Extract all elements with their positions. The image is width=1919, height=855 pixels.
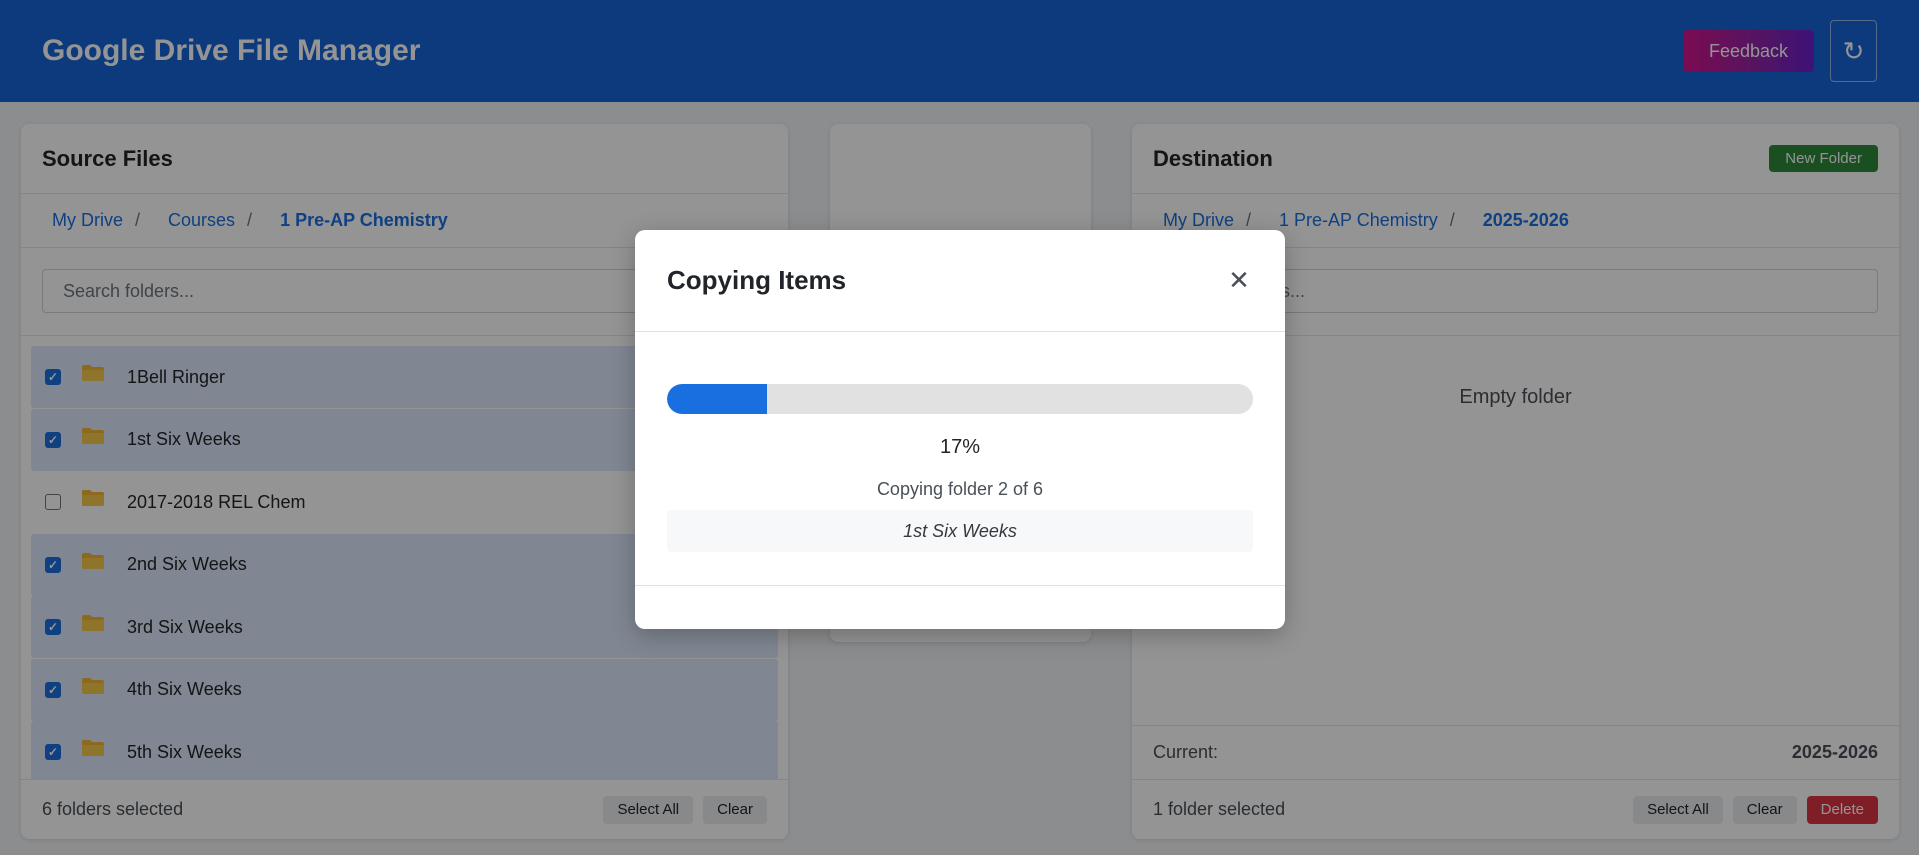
progress-percent: 17% xyxy=(939,436,981,458)
modal-body: 17% Copying folder 2 of 6 1st Six Weeks xyxy=(635,332,1285,586)
progress-bar-fill xyxy=(667,384,767,414)
progress-status: Copying folder 2 of 6 xyxy=(876,479,1044,499)
modal-header: Copying Items ✕ xyxy=(635,230,1285,332)
modal-close-button[interactable]: ✕ xyxy=(1225,265,1253,295)
current-copy-item: 1st Six Weeks xyxy=(667,510,1253,552)
progress-track xyxy=(667,384,1253,414)
close-icon: ✕ xyxy=(1228,265,1250,295)
modal-title: Copying Items xyxy=(667,265,847,295)
copy-progress-modal: Copying Items ✕ 17% Copying folder 2 of … xyxy=(635,230,1285,629)
